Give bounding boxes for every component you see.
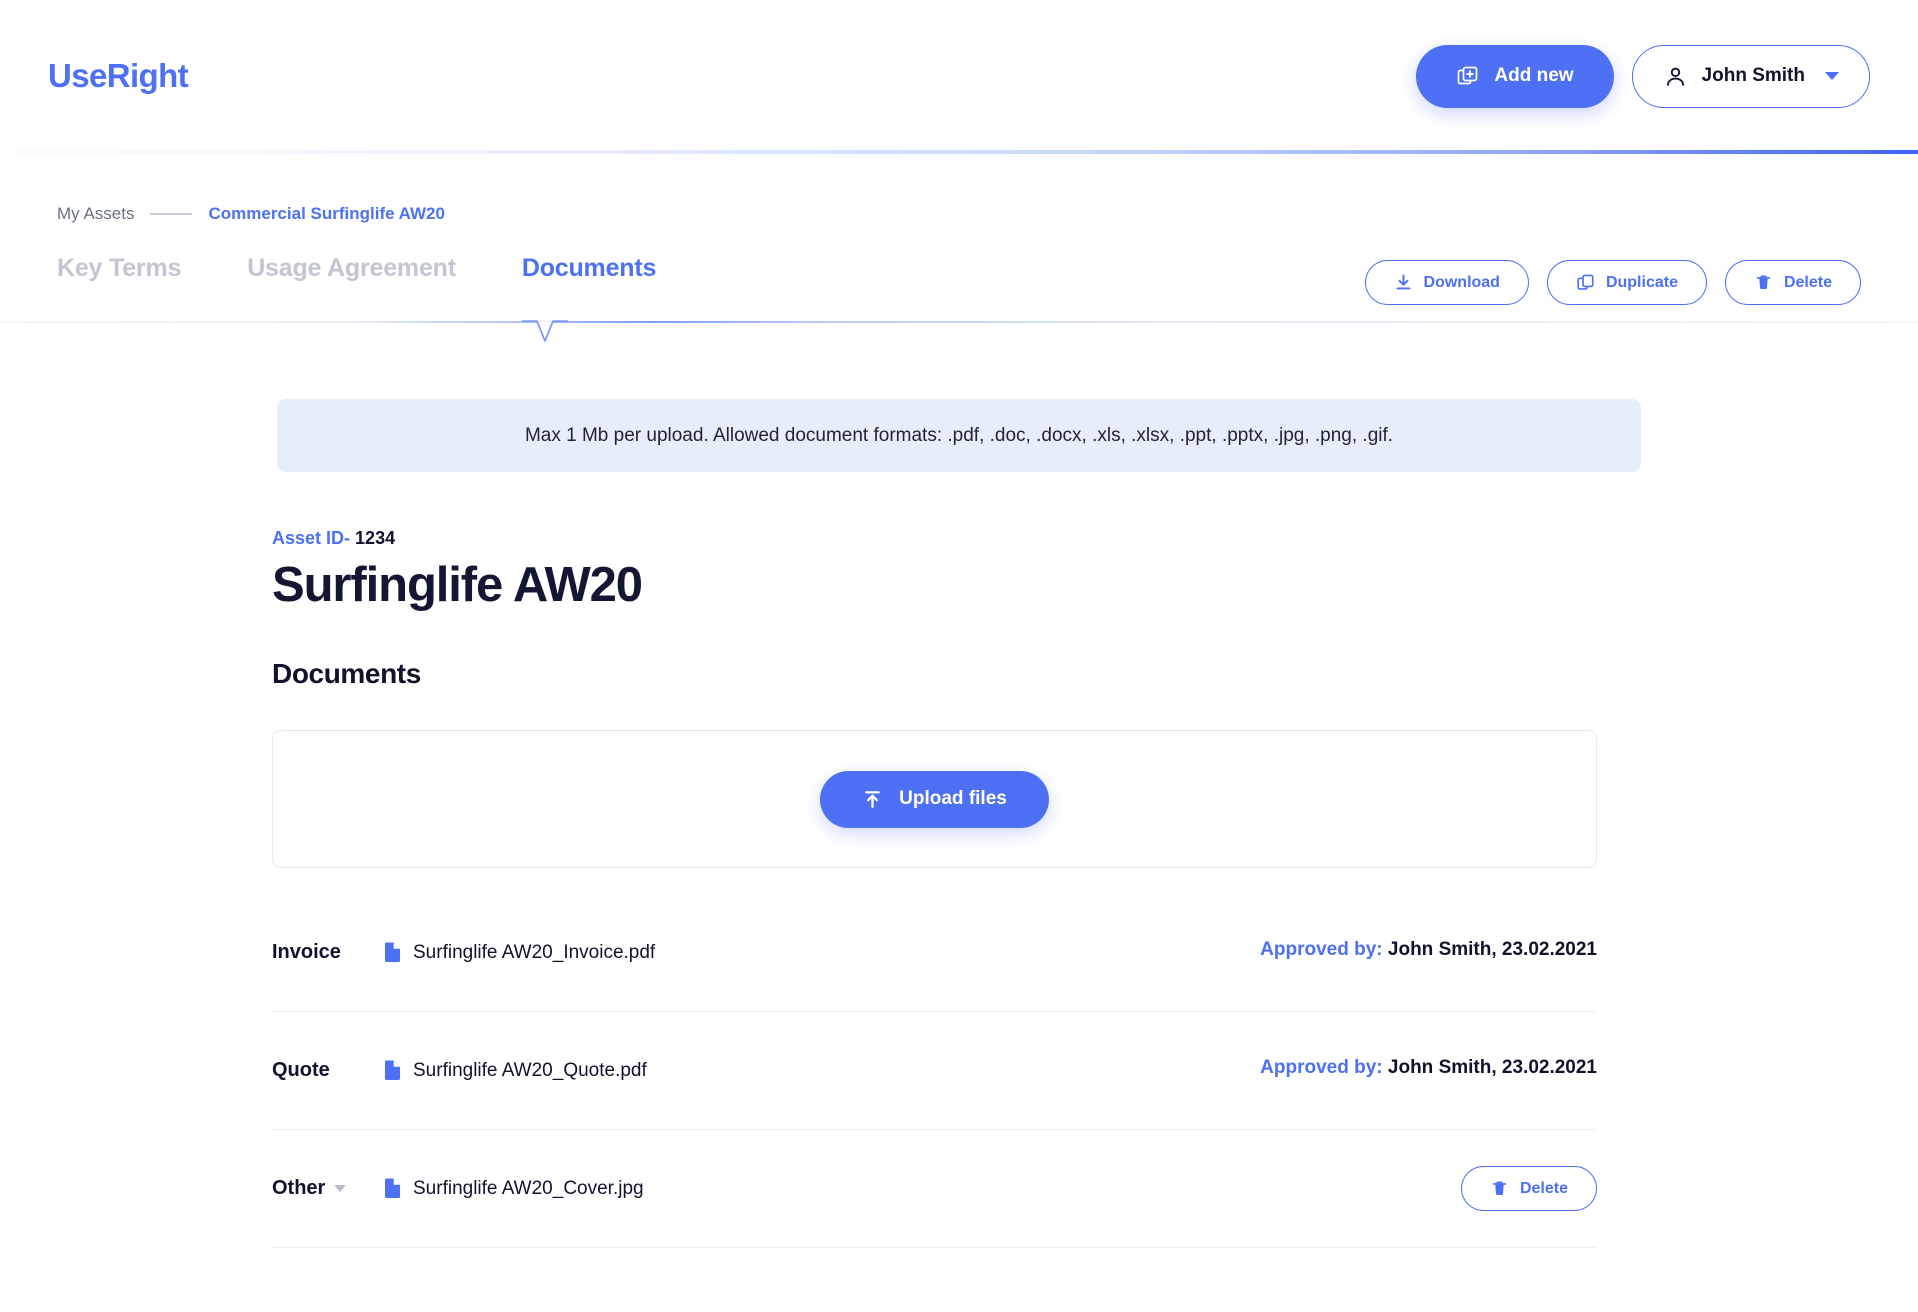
app-logo[interactable]: UseRight xyxy=(48,57,189,95)
upload-info-text: Max 1 Mb per upload. Allowed document fo… xyxy=(524,424,1394,446)
user-menu-button[interactable]: John Smith xyxy=(1631,44,1870,108)
document-file-name: Surfinglife AW20_Cover.jpg xyxy=(413,1177,644,1199)
tabs-and-actions-row: Key Terms Usage Agreement Documents Down… xyxy=(0,224,1918,305)
approved-by-label: Approved by: xyxy=(1260,1056,1383,1078)
document-type-label: Quote xyxy=(272,1059,330,1081)
approved-by: Approved by: John Smith, 23.02.2021 xyxy=(1260,1057,1597,1079)
tab-underline xyxy=(0,321,1918,323)
breadcrumb-current[interactable]: Commercial Surfinglife AW20 xyxy=(208,204,444,224)
table-row: Other Surfinglife AW20_Cover.jpg Delete xyxy=(272,1130,1597,1248)
approved-by-label: Approved by: xyxy=(1260,938,1383,960)
file-icon xyxy=(384,1060,401,1081)
documents-section-title: Documents xyxy=(272,658,421,689)
page-title: Surfinglife AW20 xyxy=(272,558,643,612)
document-type-dropdown[interactable]: Other xyxy=(272,1177,384,1200)
documents-list: Invoice Surfinglife AW20_Invoice.pdf App… xyxy=(272,894,1597,1248)
row-right-slot: Approved by: John Smith, 23.02.2021 xyxy=(1260,1057,1597,1082)
document-file-link[interactable]: Surfinglife AW20_Quote.pdf xyxy=(384,1060,647,1082)
breadcrumb: My Assets Commercial Surfinglife AW20 xyxy=(0,152,1918,224)
user-name-label: John Smith xyxy=(1701,65,1805,86)
asset-id-label: Asset ID- xyxy=(272,528,351,548)
trash-icon xyxy=(1490,1179,1509,1198)
trash-icon xyxy=(1754,273,1773,292)
header-gradient-divider xyxy=(0,150,1918,154)
upload-files-button[interactable]: Upload files xyxy=(820,770,1049,828)
document-type: Quote xyxy=(272,1059,384,1082)
person-icon xyxy=(1663,64,1688,89)
download-button[interactable]: Download xyxy=(1364,260,1529,305)
chevron-down-icon xyxy=(334,1185,347,1192)
asset-action-buttons: Download Duplicate Delete xyxy=(1364,254,1861,305)
document-type: Invoice xyxy=(272,941,384,964)
delete-button[interactable]: Delete xyxy=(1724,260,1861,305)
document-type-label: Invoice xyxy=(272,941,341,963)
row-delete-button[interactable]: Delete xyxy=(1460,1166,1597,1211)
duplicate-button[interactable]: Duplicate xyxy=(1546,260,1707,305)
file-icon xyxy=(384,942,401,963)
upload-icon xyxy=(862,789,883,810)
document-file-name: Surfinglife AW20_Quote.pdf xyxy=(413,1059,647,1081)
copy-icon xyxy=(1576,273,1595,292)
tab-underline-container xyxy=(0,320,1918,343)
app-header: UseRight Add new John Smith xyxy=(0,0,1918,154)
breadcrumb-separator xyxy=(150,213,193,215)
document-file-link[interactable]: Surfinglife AW20_Cover.jpg xyxy=(384,1178,644,1200)
tab-bar: Key Terms Usage Agreement Documents xyxy=(57,254,656,289)
tab-usage-agreement[interactable]: Usage Agreement xyxy=(247,254,456,289)
approved-by: Approved by: John Smith, 23.02.2021 xyxy=(1260,939,1597,961)
main-content: Asset ID- 1234 Surfinglife AW20 Document… xyxy=(0,528,1918,1248)
header-actions: Add new John Smith xyxy=(1416,44,1870,108)
asset-id-value: 1234 xyxy=(355,528,396,548)
download-icon xyxy=(1394,273,1413,292)
table-row: Quote Surfinglife AW20_Quote.pdf Approve… xyxy=(272,1012,1597,1130)
breadcrumb-root[interactable]: My Assets xyxy=(57,204,134,224)
document-file-link[interactable]: Surfinglife AW20_Invoice.pdf xyxy=(384,942,655,964)
asset-id-line: Asset ID- 1234 xyxy=(272,528,1918,549)
document-file-name: Surfinglife AW20_Invoice.pdf xyxy=(413,941,656,963)
file-icon xyxy=(384,1178,401,1199)
delete-label: Delete xyxy=(1783,273,1832,291)
tab-documents[interactable]: Documents xyxy=(522,254,657,289)
upload-dropzone[interactable]: Upload files xyxy=(272,730,1597,868)
chevron-down-icon xyxy=(1825,72,1839,80)
upload-files-label: Upload files xyxy=(899,788,1007,809)
approved-by-value: John Smith, 23.02.2021 xyxy=(1387,1056,1597,1078)
download-label: Download xyxy=(1423,273,1500,291)
upload-info-banner: Max 1 Mb per upload. Allowed document fo… xyxy=(277,399,1641,472)
add-new-button[interactable]: Add new xyxy=(1416,44,1614,108)
row-delete-label: Delete xyxy=(1519,1179,1568,1197)
table-row: Invoice Surfinglife AW20_Invoice.pdf App… xyxy=(272,894,1597,1012)
row-right-slot: Approved by: John Smith, 23.02.2021 xyxy=(1260,939,1597,964)
app-page: UseRight Add new John Smith My Assets Co… xyxy=(0,0,1918,1312)
approved-by-value: John Smith, 23.02.2021 xyxy=(1387,938,1597,960)
active-tab-notch-icon xyxy=(522,320,568,343)
row-right-slot: Delete xyxy=(1460,1166,1597,1211)
document-type-label: Other xyxy=(272,1177,326,1199)
tab-key-terms[interactable]: Key Terms xyxy=(57,254,181,289)
add-new-label: Add new xyxy=(1494,65,1574,86)
add-document-icon xyxy=(1456,64,1480,88)
duplicate-label: Duplicate xyxy=(1605,273,1678,291)
